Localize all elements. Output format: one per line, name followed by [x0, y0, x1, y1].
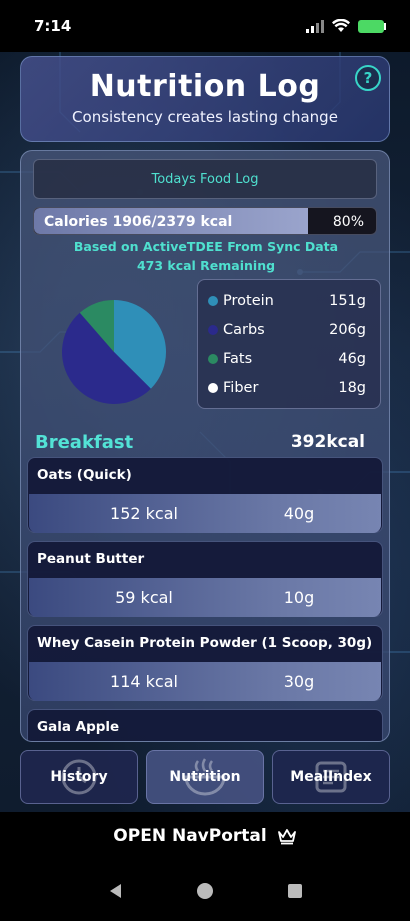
- food-item[interactable]: Oats (Quick) 152 kcal 40g: [27, 457, 383, 533]
- question-icon: ?: [363, 69, 373, 87]
- macro-pie-chart: [61, 300, 166, 405]
- food-name: Peanut Butter: [37, 551, 145, 567]
- macro-legend: Protein 151g Carbs 206g Fats 46g Fiber 1…: [197, 279, 381, 409]
- crown-icon: [277, 829, 296, 845]
- battery-icon: [358, 19, 386, 33]
- food-item[interactable]: Peanut Butter 59 kcal 10g: [27, 541, 383, 617]
- macro-row-protein: Protein 151g: [208, 286, 366, 315]
- food-log-card[interactable]: Todays Food Log Calories 1906/2379 kcal …: [20, 150, 390, 742]
- home-icon[interactable]: [196, 882, 214, 900]
- fats-dot-icon: [208, 353, 218, 364]
- tdee-note: Based on ActiveTDEE From Sync Data: [73, 239, 339, 254]
- navportal-button[interactable]: OPEN NavPortal: [0, 812, 410, 860]
- food-kcal: 114 kcal: [110, 672, 178, 691]
- calorie-summary: Calories 1906/2379 kcal: [44, 214, 233, 230]
- system-nav-bar: [0, 860, 410, 921]
- fiber-dot-icon: [208, 382, 218, 393]
- back-icon[interactable]: [107, 882, 123, 900]
- mealindex-button[interactable]: MealIndex: [272, 750, 390, 804]
- food-name: Oats (Quick): [37, 467, 132, 483]
- food-kcal: 59 kcal: [115, 588, 173, 607]
- nutrition-label: Nutrition: [169, 769, 241, 785]
- protein-dot-icon: [208, 295, 218, 306]
- mealindex-label: MealIndex: [290, 769, 372, 785]
- macro-name: Protein: [223, 292, 274, 309]
- calorie-percent: 80%: [332, 214, 364, 230]
- macro-value: 18g: [338, 379, 366, 396]
- food-item[interactable]: Gala Apple: [27, 709, 383, 741]
- macro-row-fats: Fats 46g: [208, 344, 366, 373]
- food-name: Gala Apple: [37, 719, 120, 735]
- food-kcal: 152 kcal: [110, 504, 178, 523]
- recents-icon[interactable]: [287, 883, 303, 899]
- carbs-dot-icon: [208, 324, 218, 335]
- bottom-nav: History Nutrition MealIndex: [20, 750, 390, 804]
- meal-header: Breakfast 392kcal: [35, 429, 365, 455]
- food-grams: 30g: [283, 672, 315, 691]
- macro-value: 46g: [338, 350, 366, 367]
- calories-remaining: 473 kcal Remaining: [136, 258, 276, 273]
- food-log-title: Todays Food Log: [33, 159, 377, 199]
- food-grams: 10g: [283, 588, 315, 607]
- macro-name: Fats: [223, 350, 253, 367]
- food-stats: 59 kcal 10g: [29, 578, 381, 617]
- calorie-progress-bar: Calories 1906/2379 kcal 80%: [33, 207, 377, 235]
- food-grams: 40g: [283, 504, 315, 523]
- food-stats: 152 kcal 40g: [29, 494, 381, 533]
- help-button[interactable]: ?: [355, 65, 381, 91]
- status-bar: 7:14: [0, 0, 410, 52]
- navportal-label: OPEN NavPortal: [113, 826, 267, 846]
- page-subtitle: Consistency creates lasting change: [72, 108, 338, 126]
- macro-value: 151g: [329, 292, 366, 309]
- status-icons: [306, 19, 386, 33]
- food-name: Whey Casein Protein Powder (1 Scoop, 30g…: [37, 635, 373, 651]
- food-stats: 114 kcal 30g: [29, 662, 381, 701]
- signal-icon: [306, 19, 324, 33]
- history-label: History: [50, 769, 108, 785]
- macro-value: 206g: [329, 321, 366, 338]
- nutrition-button[interactable]: Nutrition: [146, 750, 264, 804]
- page-title: Nutrition Log: [89, 69, 321, 104]
- history-button[interactable]: History: [20, 750, 138, 804]
- wifi-icon: [332, 19, 350, 32]
- macro-row-fiber: Fiber 18g: [208, 373, 366, 402]
- status-time: 7:14: [34, 17, 72, 35]
- meal-kcal: 392kcal: [290, 432, 365, 452]
- meal-name: Breakfast: [35, 431, 134, 453]
- header-card: Nutrition Log Consistency creates lastin…: [20, 56, 390, 142]
- macro-row-carbs: Carbs 206g: [208, 315, 366, 344]
- food-item[interactable]: Whey Casein Protein Powder (1 Scoop, 30g…: [27, 625, 383, 701]
- macro-name: Fiber: [223, 379, 259, 396]
- macro-name: Carbs: [223, 321, 265, 338]
- app-screen: Nutrition Log Consistency creates lastin…: [0, 52, 410, 812]
